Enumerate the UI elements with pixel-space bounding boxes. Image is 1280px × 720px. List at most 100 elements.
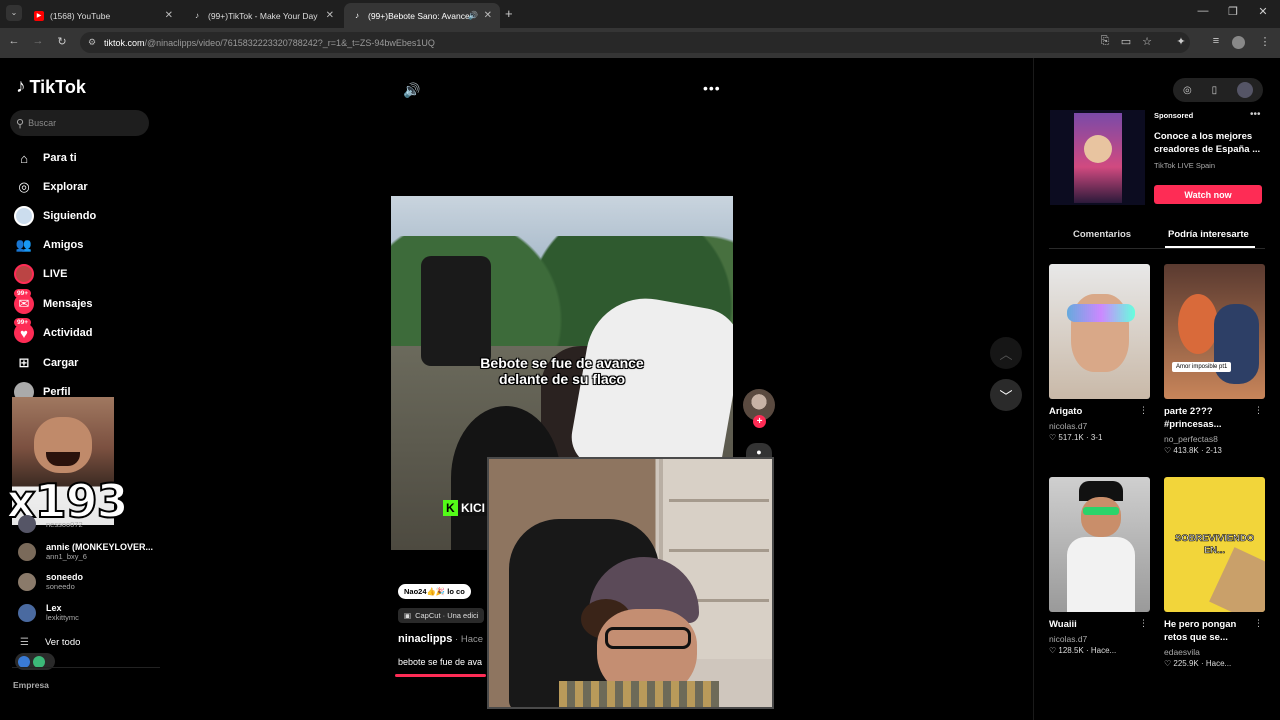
- close-tab-icon[interactable]: ✕: [484, 10, 492, 21]
- forward-icon[interactable]: →: [30, 35, 46, 47]
- sidebar-item-siguiendo[interactable]: Siguiendo: [14, 206, 96, 226]
- following-item[interactable]: nessoo072: [18, 515, 83, 533]
- search-icon: ⚲: [16, 117, 25, 130]
- ad-subtitle: TikTok LIVE Spain: [1154, 161, 1215, 170]
- ad-more-icon[interactable]: •••: [1250, 109, 1261, 120]
- card-stats: ♡ 413.8K · 2-13: [1164, 446, 1222, 455]
- messages-badge: 99+: [14, 289, 32, 298]
- following-item[interactable]: Lex lexkittymc: [18, 603, 79, 622]
- see-all-link[interactable]: ☰ Ver todo: [20, 637, 80, 648]
- card-more-icon[interactable]: ⋮: [1139, 405, 1148, 416]
- card-title: He pero pongan retos que se...: [1164, 619, 1237, 643]
- following-item[interactable]: soneedo soneedo: [18, 572, 83, 591]
- tab-podria-interesarte[interactable]: Podría interesarte: [1168, 229, 1249, 240]
- footer-empresa[interactable]: Empresa: [13, 680, 49, 690]
- tab-search-button[interactable]: ⌄: [6, 5, 22, 21]
- sidebar-item-mensajes[interactable]: ✉ 99+ Mensajes: [14, 289, 93, 314]
- following-handle: nessoo072: [46, 519, 83, 529]
- device-icon[interactable]: ▯: [1212, 85, 1218, 96]
- tag-chip[interactable]: Nao24👍🎉 lo co: [398, 584, 471, 599]
- volume-icon[interactable]: 🔊: [403, 82, 420, 99]
- tab-youtube[interactable]: ▶ (1568) YouTube ✕: [26, 3, 181, 28]
- widget-arrow-icon: [18, 655, 30, 668]
- close-tab-icon[interactable]: ✕: [165, 10, 173, 21]
- recommended-video-card[interactable]: Amor imposible pt1 ⋮ parte 2??? #princes…: [1164, 264, 1265, 455]
- card-user: edaesvila: [1164, 647, 1200, 657]
- card-user: nicolas.d7: [1049, 634, 1088, 644]
- video-thumbnail: Amor imposible pt1: [1164, 264, 1265, 399]
- caption-line-1: Bebote se fue de avance: [480, 355, 644, 371]
- site-info-icon[interactable]: ⚙: [88, 37, 96, 48]
- card-user: no_perfectas8: [1164, 434, 1218, 444]
- avatar: [18, 515, 36, 533]
- caption-line-2: delante de su flaco: [498, 371, 626, 387]
- sidebar-item-explorar[interactable]: ◎ Explorar: [14, 177, 88, 197]
- activity-badge: 99+: [14, 318, 32, 327]
- back-icon[interactable]: ←: [6, 35, 22, 47]
- recommended-video-card[interactable]: ⋮ Wuaiii nicolas.d7 ♡ 128.5K · Hace...: [1049, 477, 1150, 655]
- follow-plus-icon[interactable]: +: [753, 415, 766, 428]
- user-avatar[interactable]: [1237, 82, 1254, 98]
- author-time: · Hace: [452, 634, 484, 645]
- tab-comentarios[interactable]: Comentarios: [1073, 229, 1131, 240]
- video-author[interactable]: ninaclipps · Hace: [398, 633, 483, 645]
- reading-list-icon[interactable]: ≡: [1208, 35, 1224, 47]
- tiktok-icon: ♪: [195, 11, 199, 20]
- tiktok-logo[interactable]: ♪ TikTok: [16, 76, 86, 98]
- restore-icon[interactable]: ❐: [1218, 5, 1248, 18]
- video-description: bebote se fue de ava: [398, 657, 483, 667]
- reload-icon[interactable]: ↻: [54, 35, 70, 48]
- sidebar-item-label: Para ti: [43, 152, 77, 164]
- previous-video-button[interactable]: ︿: [990, 337, 1022, 369]
- webcam-overlay: [487, 457, 774, 709]
- video-progress-bar[interactable]: [395, 674, 486, 677]
- recommended-video-card[interactable]: SOBREVIVIENDO EN... ⋮ He pero pongan ret…: [1164, 477, 1265, 668]
- sidebar-item-amigos[interactable]: 👥 Amigos: [14, 235, 83, 255]
- close-window-icon[interactable]: ✕: [1248, 5, 1278, 18]
- sidebar-item-actividad[interactable]: ♥ 99+ Actividad: [14, 318, 93, 343]
- extensions-icon[interactable]: ✦: [1173, 35, 1189, 48]
- sidebar-item-label: Explorar: [43, 181, 88, 193]
- next-video-button[interactable]: ﹀: [990, 379, 1022, 411]
- ad-title[interactable]: Conoce a los mejores creadores de España…: [1154, 130, 1264, 156]
- card-stats: ♡ 517.1K · 3-1: [1049, 433, 1103, 442]
- tab-audio-icon[interactable]: 🔊: [468, 11, 478, 20]
- following-item[interactable]: anniє (MONKEYLOVER... ann1_bxy_6: [18, 542, 153, 561]
- sidebar-item-label: LIVE: [43, 268, 68, 280]
- tab-tiktok-home[interactable]: ♪ (99+)TikTok - Make Your Day ✕: [184, 3, 342, 28]
- following-avatar-icon: [14, 206, 34, 226]
- profile-avatar-icon[interactable]: [1232, 36, 1245, 49]
- url-host: tiktok.com: [104, 37, 145, 48]
- more-options-icon[interactable]: •••: [703, 80, 721, 96]
- search-placeholder: Buscar: [28, 118, 57, 128]
- bookmark-star-icon[interactable]: ☆: [1139, 35, 1155, 48]
- capcut-chip[interactable]: ▣ CapCut · Una edici: [398, 608, 485, 623]
- tab-tiktok-video[interactable]: ♪ (99+)Bebote Sano: Avance 🔊 ✕: [344, 3, 500, 28]
- minimize-icon[interactable]: —: [1188, 5, 1218, 17]
- translate-icon[interactable]: ⎘: [1097, 35, 1113, 48]
- following-handle: lexkittymc: [46, 613, 79, 622]
- sidebar-item-live[interactable]: LIVE: [14, 264, 67, 284]
- card-more-icon[interactable]: ⋮: [1254, 618, 1263, 629]
- sidebar-item-label: Mensajes: [43, 298, 93, 310]
- sidebar-item-label: Cargar: [43, 357, 79, 369]
- sidebar-item-cargar[interactable]: ⊞ Cargar: [14, 353, 79, 373]
- search-input[interactable]: ⚲ Buscar: [10, 110, 149, 136]
- card-title: Wuaiii: [1049, 619, 1077, 630]
- compass-icon[interactable]: ◎: [1183, 85, 1192, 96]
- card-stats: ♡ 128.5K · Hace...: [1049, 646, 1117, 655]
- sidebar-item-para-ti[interactable]: ⌂ Para ti: [14, 148, 77, 168]
- address-bar[interactable]: ⚙ tiktok.com/@ninaclipps/video/761583222…: [80, 32, 1190, 53]
- recommended-video-card[interactable]: ⋮ Arigato nicolas.d7 ♡ 517.1K · 3-1: [1049, 264, 1150, 442]
- ad-thumbnail[interactable]: [1050, 110, 1145, 205]
- upload-icon: ⊞: [18, 355, 30, 370]
- following-handle: ann1_bxy_6: [46, 552, 87, 561]
- tiktok-icon: ♪: [355, 11, 359, 20]
- browser-menu-icon[interactable]: ⋮: [1257, 35, 1273, 48]
- watch-now-button[interactable]: Watch now: [1154, 185, 1262, 204]
- close-tab-icon[interactable]: ✕: [326, 10, 334, 21]
- card-more-icon[interactable]: ⋮: [1139, 618, 1148, 629]
- card-more-icon[interactable]: ⋮: [1254, 405, 1263, 416]
- cast-icon[interactable]: ▭: [1118, 35, 1134, 48]
- new-tab-button[interactable]: +: [505, 6, 513, 21]
